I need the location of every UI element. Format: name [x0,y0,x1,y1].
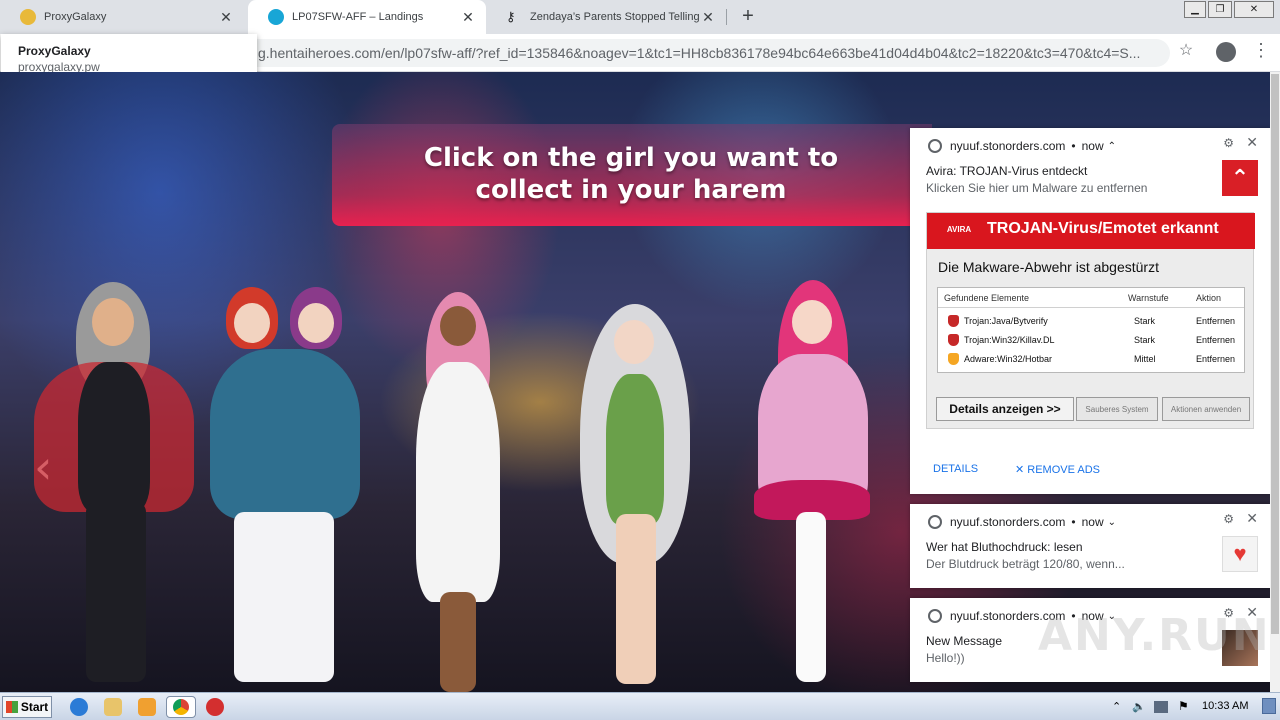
network-icon[interactable] [1154,701,1168,713]
gear-icon[interactable]: ⚙ [1223,136,1234,150]
flag-icon[interactable]: ⚑ [1178,699,1189,713]
avira-logo-icon: ⌃ [1222,160,1258,196]
notification-time: now [1081,515,1104,529]
maximize-button[interactable]: ❐ [1208,1,1232,18]
notification-title: New Message [926,634,1003,648]
origin-domain: nyuuf.stonorders.com [950,139,1066,153]
clean-system-button: Sauberes System [1076,397,1158,421]
notification-blood-pressure[interactable]: nyuuf.stonorders.com • now ⌄ ⚙ ✕ Wer hat… [910,504,1270,588]
avira-alert-image: AVIRA TROJAN-Virus/Emotet erkannt Die Ma… [926,212,1255,429]
expand-chevron-icon[interactable]: ⌄ [1108,517,1116,528]
page-scrollbar[interactable] [1270,72,1280,692]
media-player-icon[interactable] [138,698,156,716]
details-button: Details anzeigen >> [936,397,1074,421]
shield-icon [948,353,959,365]
character-dragon-girl[interactable] [30,272,200,692]
notification-origin: nyuuf.stonorders.com • now ⌄ [928,514,1116,530]
clock[interactable]: 10:33 AM [1202,700,1248,712]
notification-avira[interactable]: nyuuf.stonorders.com • now ⌃ ⚙ ✕ Avira: … [910,128,1270,494]
hover-card-title: ProxyGalaxy [18,44,91,58]
chrome-globe-icon [928,139,942,153]
alert-header-text: TROJAN-Virus/Emotet erkannt [987,220,1219,237]
tab-close-icon[interactable]: ✕ [700,9,716,26]
screen: ProxyGalaxy ✕ LP07SFW-AFF – Landings ✕ ⚷… [0,0,1280,720]
threat-row: Trojan:Win32/Killav.DL Stark Entfernen [938,331,1244,350]
chrome-globe-icon [928,609,942,623]
close-icon[interactable]: ✕ [1246,510,1258,527]
file-explorer-icon[interactable] [104,698,122,716]
proxygalaxy-favicon-icon [20,9,36,25]
address-bar[interactable]: g.hentaiheroes.com/en/lp07sfw-aff/?ref_i… [230,39,1170,67]
chrome-icon [173,699,189,715]
character-pink-maid[interactable] [750,280,870,690]
notification-body: Klicken Sie hier um Malware zu entfernen [926,181,1148,195]
threat-row: Trojan:Java/Bytverify Stark Entfernen [938,312,1244,331]
details-action[interactable]: DETAILS [933,463,978,475]
tab-title: LP07SFW-AFF – Landings [292,11,424,23]
tab-zendaya[interactable]: ⚷ Zendaya’s Parents Stopped Telling H ✕ [486,0,726,34]
heart-icon: ♥ [1222,536,1258,572]
character-elf-girl[interactable] [560,304,710,692]
menu-kebab-icon[interactable]: ⋮ [1252,40,1270,60]
internet-explorer-icon[interactable] [70,698,88,716]
tab-close-icon[interactable]: ✕ [218,9,234,26]
column-header: Warnstufe [1128,293,1169,303]
headline: Click on the girl you want to collect in… [423,143,839,205]
minimize-button[interactable]: ▁ [1184,1,1206,18]
scrollbar-thumb[interactable] [1271,74,1279,634]
key-favicon-icon: ⚷ [506,9,516,24]
threat-row: Adware:Win32/Hotbar Mittel Entfernen [938,350,1244,369]
gear-icon[interactable]: ⚙ [1223,512,1234,526]
notification-origin: nyuuf.stonorders.com • now ⌃ [928,138,1116,154]
show-desktop-button[interactable] [1262,698,1276,714]
shield-icon [948,334,959,346]
close-icon[interactable]: ✕ [1246,134,1258,151]
taskbar: Start ⌃ 🔈 ⚑ 10:33 AM [0,692,1280,720]
shield-icon [948,315,959,327]
start-button[interactable]: Start [2,696,52,718]
tab-strip: ProxyGalaxy ✕ LP07SFW-AFF – Landings ✕ ⚷… [0,0,1280,34]
column-header: Gefundene Elemente [944,293,1030,303]
volume-icon[interactable]: 🔈 [1132,700,1146,713]
close-window-button[interactable]: ✕ [1234,1,1274,18]
tray-expand-icon[interactable]: ⌃ [1112,700,1121,713]
threat-table: Gefundene Elemente Warnstufe Aktion Troj… [937,287,1245,373]
avira-logo-text: AVIRA [946,225,972,234]
tab-landings[interactable]: LP07SFW-AFF – Landings ✕ [248,0,486,34]
threat-table-header: Gefundene Elemente Warnstufe Aktion [938,288,1244,308]
chrome-globe-icon [928,515,942,529]
tab-proxygalaxy[interactable]: ProxyGalaxy ✕ [0,0,244,34]
bookmark-star-icon[interactable]: ☆ [1176,40,1196,60]
alert-subtitle: Die Makware-Abwehr ist abgestürzt [938,259,1159,275]
notification-body: Hello!)) [926,651,965,665]
collapse-chevron-icon[interactable]: ⌃ [1108,141,1116,152]
notification-title: Avira: TROJAN-Virus entdeckt [926,164,1088,178]
tab-title: Zendaya’s Parents Stopped Telling H [530,11,700,23]
tab-close-icon[interactable]: ✕ [460,9,476,26]
windows-logo-icon [5,701,18,713]
notification-body: Der Blutdruck beträgt 120/80, wenn... [926,557,1125,571]
start-label: Start [20,700,49,714]
character-cat-girl[interactable] [410,292,506,692]
profile-avatar-icon[interactable] [1216,42,1236,62]
system-tray: ⌃ 🔈 ⚑ [1104,693,1280,720]
notification-time: now [1081,139,1104,153]
new-tab-button[interactable]: + [737,5,759,27]
tab-title: ProxyGalaxy [44,11,107,23]
chrome-taskbar-button[interactable] [166,696,196,718]
hentaiheroes-favicon-icon [268,9,284,25]
column-header: Aktion [1196,293,1222,303]
alert-header: AVIRA TROJAN-Virus/Emotet erkannt [927,213,1255,249]
character-maid-twins[interactable] [210,287,360,687]
apply-actions-button: Aktionen anwenden [1162,397,1250,421]
notification-title: Wer hat Bluthochdruck: lesen [926,540,1083,554]
tab-separator [726,9,727,25]
opera-icon[interactable] [206,698,224,716]
watermark: ANY.RUN [1038,610,1271,661]
origin-domain: nyuuf.stonorders.com [950,515,1066,529]
remove-ads-action[interactable]: ✕ REMOVE ADS [1015,463,1100,476]
